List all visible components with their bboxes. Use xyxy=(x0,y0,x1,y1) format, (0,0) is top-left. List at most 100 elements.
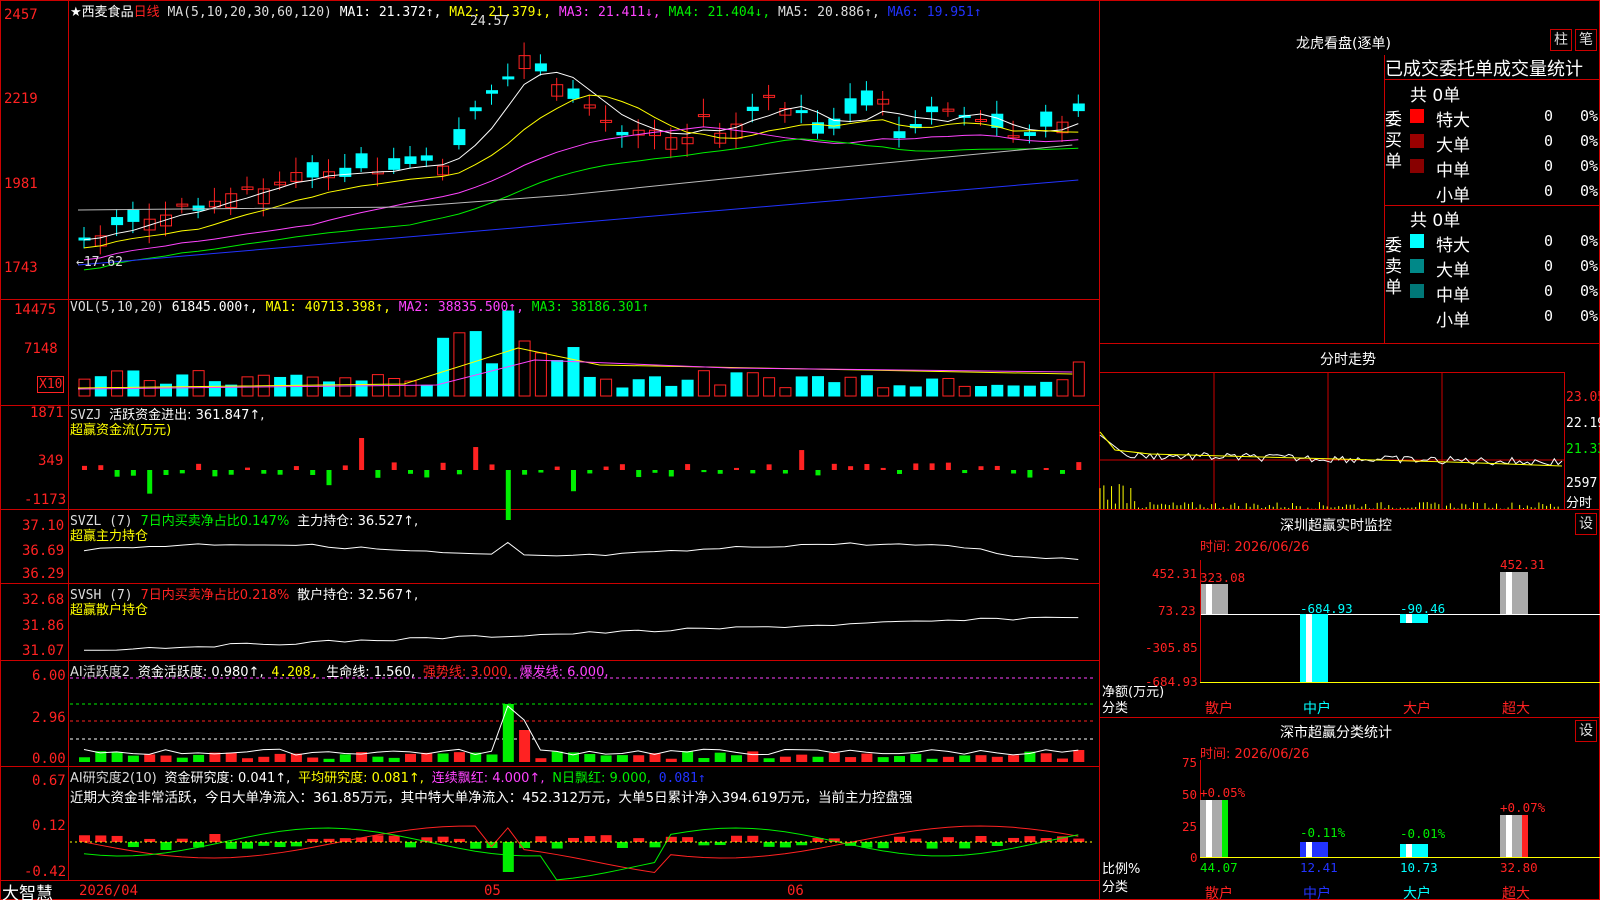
ai2-bar xyxy=(568,837,579,842)
ai1-bar xyxy=(551,751,563,762)
row-value: 0 xyxy=(1544,132,1554,150)
volume-bar xyxy=(567,347,580,397)
svzj-bar xyxy=(734,467,739,470)
svzj-bar xyxy=(864,464,870,470)
ai1-burstline: 爆发线: 6.000, xyxy=(519,665,609,680)
ma6-line xyxy=(77,179,1079,266)
ma-params: MA(5,10,20,30,60,120) xyxy=(167,5,332,20)
ai1-line xyxy=(83,705,1079,756)
cls-settings-button[interactable]: 设 xyxy=(1575,720,1597,742)
sz-settings-button[interactable]: 设 xyxy=(1575,513,1597,535)
volume-bar xyxy=(1072,361,1085,397)
tick-view-button[interactable]: 笔 xyxy=(1575,29,1597,51)
volume-bar xyxy=(127,370,140,397)
buy-orders-label: 委买单 xyxy=(1385,110,1402,172)
svzj-bar xyxy=(277,470,283,475)
svzl-sub: 超赢主力持仓 xyxy=(70,529,149,544)
row-name: 中单 xyxy=(1436,161,1470,181)
ai1-bar xyxy=(877,757,889,762)
period-label[interactable]: 日线 xyxy=(134,5,160,20)
cls-bar-mid-shine xyxy=(1306,842,1312,857)
ai1-bar xyxy=(242,758,253,762)
ai1-bar xyxy=(796,754,808,762)
ai2-avg: 平均研究度: 0.081↑, xyxy=(298,771,424,786)
ai1-strongline: 强势线: 3.000, xyxy=(422,665,512,680)
legend-swatch-icon xyxy=(1410,259,1424,273)
row-value: 0 xyxy=(1544,232,1554,250)
svzj-bar xyxy=(342,465,348,470)
intraday-avg-line xyxy=(1099,431,1563,467)
svsh-axis-3: 31.07 xyxy=(22,643,65,659)
volume-bar xyxy=(388,378,401,397)
ai1-header: AI活跃度2 资金活跃度: 0.980↑, 4.208, 生命线: 1.560,… xyxy=(70,661,609,680)
volume-bar xyxy=(1023,385,1036,397)
intraday-vol-label: 分时 xyxy=(1566,496,1593,511)
ma3-value: MA3: 21.411↓, xyxy=(558,5,661,20)
candle xyxy=(306,162,319,178)
ai1-bar xyxy=(665,758,677,762)
candle xyxy=(486,90,498,94)
candle xyxy=(127,209,140,222)
legend-swatch-icon xyxy=(1410,234,1424,248)
svzj-bar xyxy=(261,470,267,474)
intraday-axis-1: 23.05 xyxy=(1566,390,1600,405)
volume-bar xyxy=(746,372,759,397)
svzj-bar xyxy=(619,464,625,470)
row-name: 特大 xyxy=(1436,236,1470,256)
ai2-bar xyxy=(290,842,302,847)
ai1-bar xyxy=(910,754,922,762)
ai2-bar xyxy=(388,835,400,842)
cls-date: 时间: 2026/06/26 xyxy=(1200,747,1310,762)
intraday-title[interactable]: 分时走势 xyxy=(1320,349,1376,369)
volume-bar xyxy=(502,310,515,397)
star-icon: ★ xyxy=(70,5,82,20)
volume-bar xyxy=(583,376,596,397)
candle xyxy=(192,205,205,211)
ai1-bar xyxy=(502,704,514,762)
ma5-line xyxy=(77,144,1073,211)
svzj-bar xyxy=(212,470,218,477)
ai2-axis-3: -0.42 xyxy=(24,864,67,880)
month-05: 05 xyxy=(484,883,501,899)
ai1-bar xyxy=(861,753,873,762)
svzj-bar xyxy=(375,470,381,478)
volume-bar xyxy=(469,331,482,397)
cls-cat-mid: 中户 xyxy=(1303,886,1331,900)
ai1-bar xyxy=(991,756,1003,762)
row-value: 0 xyxy=(1544,107,1554,125)
sz-bar-retail xyxy=(1200,584,1228,614)
svzj-bar xyxy=(750,470,756,474)
svzj-bar xyxy=(897,470,902,474)
ai2-bar xyxy=(616,842,628,848)
ai2-bar xyxy=(551,842,563,849)
cls-bar-super-edge xyxy=(1522,815,1528,857)
ai1-bar xyxy=(453,752,465,762)
ai1-bar xyxy=(225,752,237,762)
ai2-bar xyxy=(584,836,596,842)
ai2-bar xyxy=(747,835,759,842)
ai1-bar xyxy=(176,757,188,762)
ai2-bar xyxy=(763,842,775,847)
cls-axis-3: 25 xyxy=(1182,819,1198,834)
ai1-bar xyxy=(160,755,172,762)
ai1-bar xyxy=(779,756,791,762)
candle xyxy=(567,88,580,99)
candle xyxy=(616,131,629,136)
svzj-bar xyxy=(603,466,609,470)
chart-canvas[interactable] xyxy=(0,0,1600,900)
cls-val-retail: 44.07 xyxy=(1200,860,1238,875)
buy-row-3: 小单 0 0% xyxy=(1410,181,1600,206)
ai1-bar xyxy=(79,757,90,762)
ai2-value5: 0.081↑ xyxy=(658,771,706,786)
cls-val-large: 10.73 xyxy=(1400,860,1438,875)
bar-view-button[interactable]: 柱 xyxy=(1550,29,1572,51)
cls-title: 深市超赢分类统计 xyxy=(1280,725,1392,741)
ai2-bar xyxy=(910,838,922,842)
ai1-axis-1: 6.00 xyxy=(32,668,66,684)
svzj-bar xyxy=(636,470,642,478)
row-percent: 0% xyxy=(1580,107,1599,125)
vol-axis-1: 14475 xyxy=(14,302,57,318)
svzj-bar xyxy=(815,470,821,476)
stock-name[interactable]: 西麦食品 xyxy=(82,5,134,20)
ai1-bar xyxy=(812,756,824,762)
